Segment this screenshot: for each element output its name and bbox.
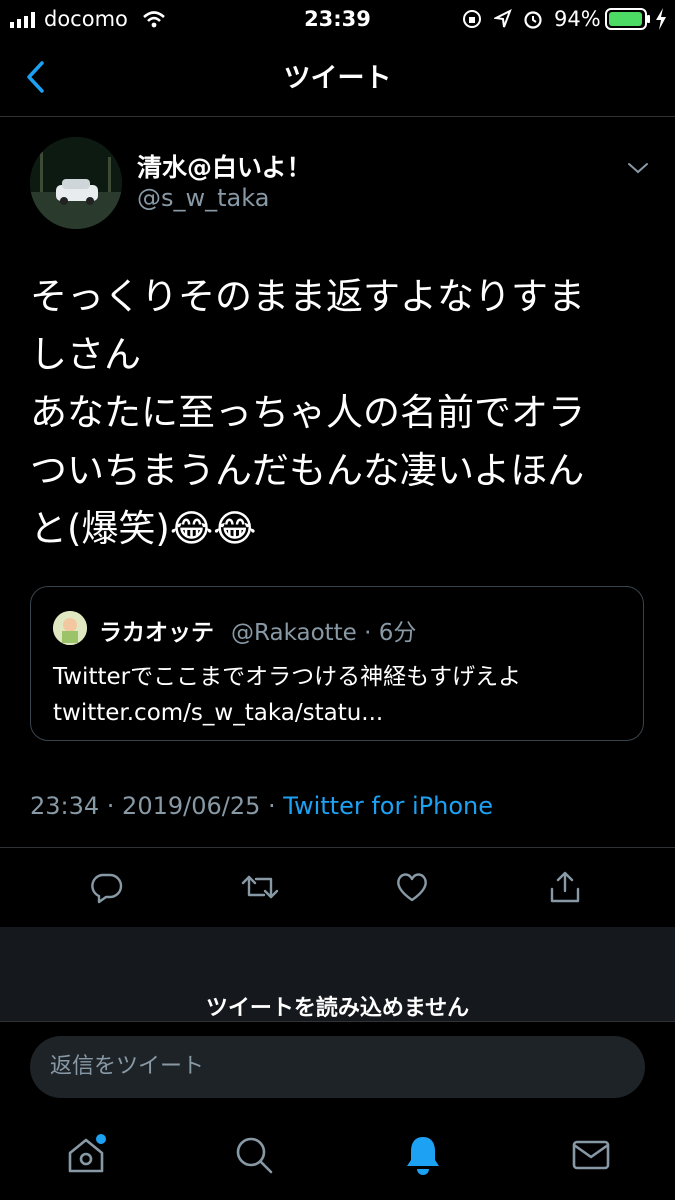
tab-bar: [0, 1112, 675, 1200]
reply-button[interactable]: [81, 862, 131, 912]
tweet-text: そっくりそのまま返すよなりすま しさん あなたに至っちゃ人の名前でオラ ついちま…: [30, 275, 585, 550]
quoted-text: Twitterでここまでオラつける神経もすげえよ twitter.com/s_w…: [53, 664, 522, 726]
quoted-author-name: ラカオッテ: [99, 620, 214, 646]
nav-divider: [0, 116, 675, 117]
charging-icon: [656, 8, 666, 30]
quoted-tweet-card[interactable]: ラカオッテ @Rakaotte · 6分 Twitterでここまでオラつける神経…: [30, 586, 644, 741]
share-button[interactable]: [540, 862, 590, 912]
tweet-actions: [0, 862, 675, 912]
quoted-avatar-image: [53, 611, 87, 645]
avatar[interactable]: [30, 137, 122, 229]
author-handle[interactable]: @s_w_taka: [137, 184, 269, 212]
retweet-icon: [241, 875, 279, 899]
tab-home[interactable]: [61, 1130, 111, 1180]
orientation-lock-icon: [463, 10, 481, 28]
tab-search[interactable]: [229, 1130, 279, 1180]
quoted-author-meta: @Rakaotte · 6分: [231, 620, 417, 646]
reply-divider: [0, 1021, 675, 1022]
meta-divider: [0, 847, 675, 848]
status-bar: docomo 23:39 94%: [0, 0, 675, 40]
retweet-button[interactable]: [235, 862, 285, 912]
tweet-source-link[interactable]: Twitter for iPhone: [283, 792, 493, 820]
notification-dot: [96, 1134, 106, 1144]
like-button[interactable]: [387, 862, 437, 912]
tab-notifications[interactable]: [398, 1130, 448, 1180]
author-display-name[interactable]: 清水@白いよ！: [137, 148, 312, 184]
quoted-avatar: [53, 611, 87, 645]
search-icon: [236, 1137, 273, 1174]
avatar-photo: [30, 137, 122, 229]
chevron-down-icon[interactable]: [626, 160, 650, 176]
mail-icon: [572, 1140, 610, 1170]
alarm-icon: [524, 11, 542, 29]
tab-messages[interactable]: [566, 1130, 616, 1180]
home-icon: [68, 1134, 106, 1173]
tweet-timestamp: 23:34 · 2019/06/25 ·: [30, 792, 284, 820]
reply-icon: [91, 873, 123, 904]
heart-icon: [397, 873, 427, 902]
bell-icon: [407, 1137, 439, 1175]
tweet-metadata: 23:34 · 2019/06/25 · Twitter for iPhone: [30, 792, 493, 820]
share-icon: [550, 871, 580, 903]
battery-percent: 94%: [554, 7, 601, 31]
reply-input[interactable]: 返信をツイート: [30, 1036, 645, 1098]
location-icon: [494, 9, 512, 28]
battery-icon: [605, 8, 650, 30]
page-title: ツイート: [283, 63, 392, 94]
load-error-message: ツイートを読み込めません: [205, 996, 470, 1021]
